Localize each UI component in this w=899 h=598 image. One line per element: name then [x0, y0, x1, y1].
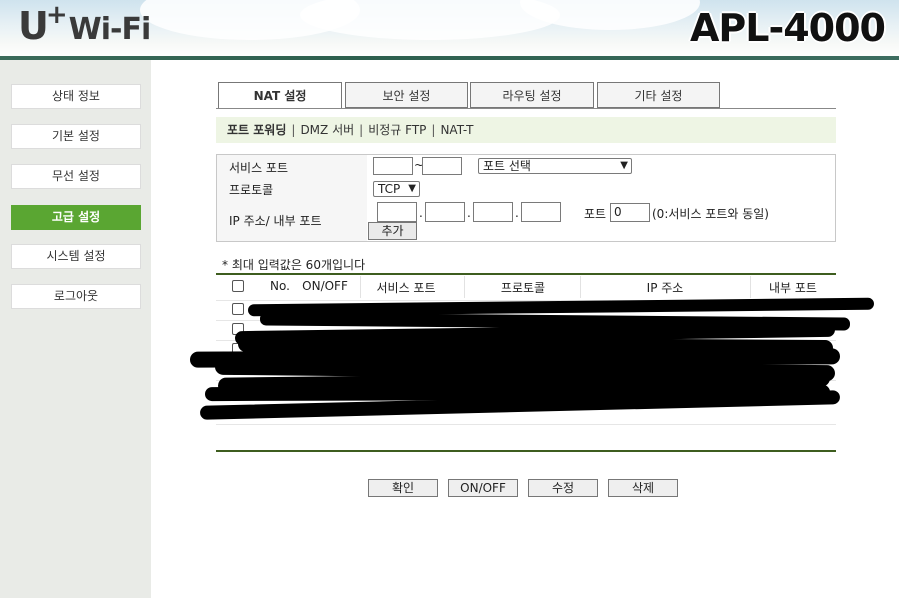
ip-octet-1-input[interactable] [377, 202, 417, 222]
internal-port-input[interactable]: 0 [610, 203, 650, 222]
sidebar-item-system[interactable]: 시스템 설정 [11, 244, 141, 269]
ip-octet-3-input[interactable] [473, 202, 513, 222]
sidebar-item-wireless[interactable]: 무선 설정 [11, 164, 141, 189]
port-preset-select[interactable]: 포트 선택 ▼ [478, 158, 632, 174]
onoff-button[interactable]: ON/OFF [448, 479, 518, 497]
protocol-label: 프로토콜 [229, 183, 274, 197]
subnav-dmz[interactable]: DMZ 서버 [300, 123, 354, 137]
ip-octet-4-input[interactable] [521, 202, 561, 222]
subnav-port-forwarding[interactable]: 포트 포워딩 [227, 123, 286, 137]
col-service-port: 서비스 포트 [376, 281, 436, 295]
chevron-down-icon: ▼ [620, 160, 628, 171]
sidebar-item-status[interactable]: 상태 정보 [11, 84, 141, 109]
tab-underline [216, 108, 836, 109]
confirm-button[interactable]: 확인 [368, 479, 438, 497]
tab-misc[interactable]: 기타 설정 [597, 82, 720, 108]
tab-routing[interactable]: 라우팅 설정 [470, 82, 594, 108]
row-checkbox[interactable] [232, 303, 244, 315]
tab-security[interactable]: 보안 설정 [345, 82, 468, 108]
sidebar-item-basic[interactable]: 기본 설정 [11, 124, 141, 149]
add-button[interactable]: 추가 [368, 222, 417, 240]
col-onoff: ON/OFF [302, 279, 348, 293]
col-internal-port: 내부 포트 [769, 281, 817, 295]
brand-logo: U+Wi-Fi [18, 0, 151, 48]
tab-nat[interactable]: NAT 설정 [218, 82, 342, 109]
sidebar-item-logout[interactable]: 로그아웃 [11, 284, 141, 309]
max-entries-note: * 최대 입력값은 60개입니다 [222, 258, 366, 272]
table-bottom-rule [216, 450, 836, 452]
header: U+Wi-Fi APL-4000 [0, 0, 899, 58]
ip-port-label: IP 주소/ 내부 포트 [229, 214, 322, 228]
ip-dot: . [515, 206, 519, 220]
delete-button[interactable]: 삭제 [608, 479, 678, 497]
ip-dot: . [467, 206, 471, 220]
edit-button[interactable]: 수정 [528, 479, 598, 497]
table-top-rule [216, 273, 836, 275]
select-all-checkbox[interactable] [232, 280, 244, 292]
ip-dot: . [419, 206, 423, 220]
internal-port-label: 포트 [584, 207, 607, 221]
subnav-ftp[interactable]: 비정규 FTP [368, 123, 426, 137]
internal-port-hint: (0:서비스 포트와 동일) [652, 207, 769, 221]
protocol-select[interactable]: TCP ▼ [373, 181, 420, 197]
col-no: No. [270, 279, 290, 293]
col-ip: IP 주소 [646, 281, 684, 295]
sidebar-item-advanced[interactable]: 고급 설정 [11, 205, 141, 230]
service-port-end-input[interactable] [422, 157, 462, 175]
col-protocol: 프로토콜 [500, 281, 546, 295]
service-port-start-input[interactable] [373, 157, 413, 175]
model-name: APL-4000 [689, 6, 886, 50]
ip-octet-2-input[interactable] [425, 202, 465, 222]
service-port-label: 서비스 포트 [229, 161, 289, 175]
chevron-down-icon: ▼ [408, 183, 416, 194]
subnav-nat-t[interactable]: NAT-T [440, 123, 473, 137]
subnav: 포트 포워딩 | DMZ 서버 | 비정규 FTP | NAT-T [216, 117, 836, 143]
